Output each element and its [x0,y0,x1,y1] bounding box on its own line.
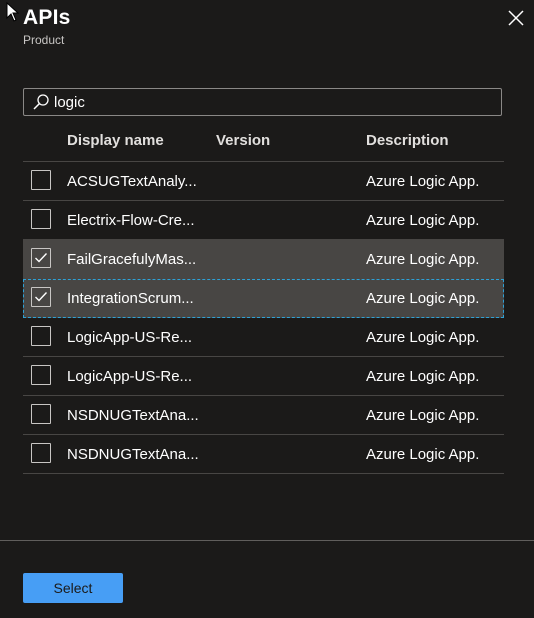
table-row[interactable]: LogicApp-US-Re... Azure Logic App. [23,318,504,357]
panel-title: APIs [23,6,71,29]
api-table: Display name Version Description ACSUGTe… [23,121,504,474]
row-display-name: Electrix-Flow-Cre... [67,212,195,229]
row-checkbox[interactable] [31,365,51,385]
close-icon[interactable] [506,8,526,28]
search-box [23,88,502,116]
search-input[interactable] [54,91,494,113]
row-description: Azure Logic App. [366,212,480,229]
row-display-name: NSDNUGTextAna... [67,446,199,463]
row-checkbox[interactable] [31,326,51,346]
row-checkbox[interactable] [31,248,51,268]
panel-subtitle: Product [23,33,65,47]
row-description: Azure Logic App. [366,173,480,190]
row-checkbox[interactable] [31,209,51,229]
row-checkbox[interactable] [31,443,51,463]
table-row[interactable]: FailGracefulyMas... Azure Logic App. [23,240,504,279]
checkmark-icon [35,253,48,263]
row-description: Azure Logic App. [366,251,480,268]
column-header-display-name[interactable]: Display name [67,132,164,149]
row-description: Azure Logic App. [366,446,480,463]
column-header-description[interactable]: Description [366,132,449,149]
table-body: ACSUGTextAnaly... Azure Logic App. Electri… [23,162,504,474]
row-display-name: ACSUGTextAnaly... [67,173,197,190]
row-description: Azure Logic App. [366,407,480,424]
select-button[interactable]: Select [23,573,123,603]
table-row[interactable]: NSDNUGTextAna... Azure Logic App. [23,396,504,435]
row-description: Azure Logic App. [366,368,480,385]
row-checkbox[interactable] [31,404,51,424]
row-description: Azure Logic App. [366,329,480,346]
row-display-name: IntegrationScrum... [67,290,194,307]
mouse-pointer-icon [6,2,20,22]
column-header-version[interactable]: Version [216,132,270,149]
row-display-name: LogicApp-US-Re... [67,368,193,385]
footer-divider [0,540,534,541]
table-row[interactable]: Electrix-Flow-Cre... Azure Logic App. [23,201,504,240]
table-header: Display name Version Description [23,121,504,162]
row-checkbox[interactable] [31,170,51,190]
checkmark-icon [35,292,48,302]
row-description: Azure Logic App. [366,290,480,307]
table-row[interactable]: ACSUGTextAnaly... Azure Logic App. [23,162,504,201]
row-display-name: LogicApp-US-Re... [67,329,193,346]
search-icon [33,94,49,110]
row-display-name: FailGracefulyMas... [67,251,197,268]
table-row[interactable]: NSDNUGTextAna... Azure Logic App. [23,435,504,474]
row-checkbox[interactable] [31,287,51,307]
table-row[interactable]: IntegrationScrum... Azure Logic App. [23,279,504,318]
table-row[interactable]: LogicApp-US-Re... Azure Logic App. [23,357,504,396]
row-display-name: NSDNUGTextAna... [67,407,199,424]
